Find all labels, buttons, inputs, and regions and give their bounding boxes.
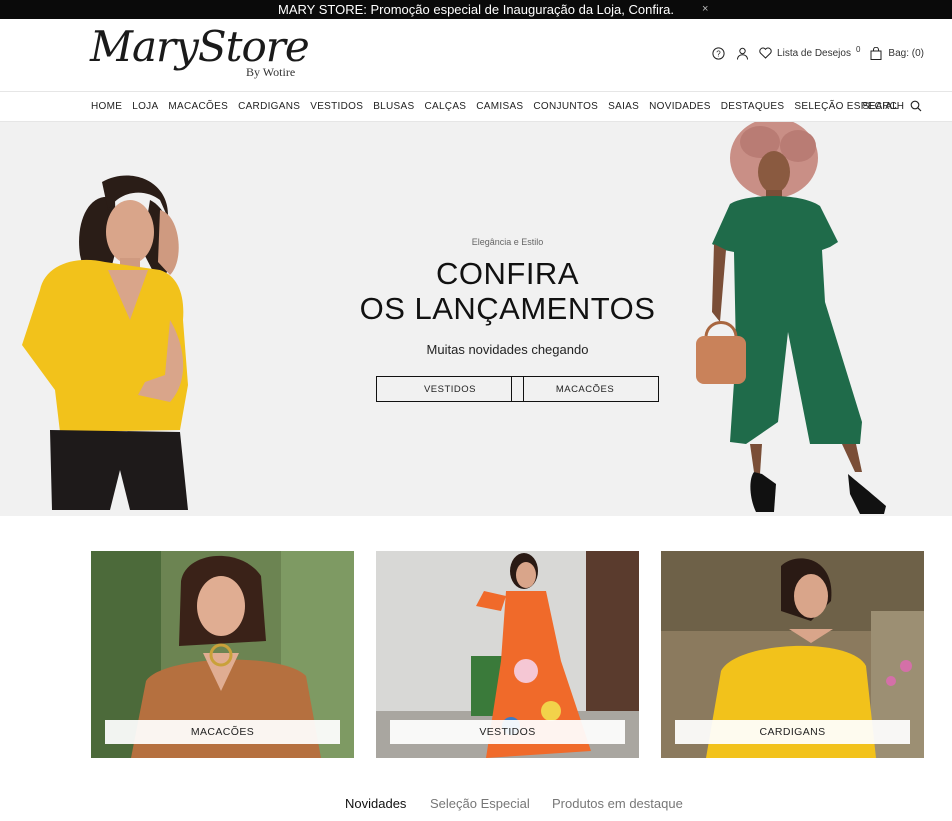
tab-novidades[interactable]: Novidades bbox=[345, 796, 406, 811]
help-icon[interactable]: ? bbox=[711, 46, 725, 60]
nav-item-macacoes[interactable]: MACACÕES bbox=[168, 101, 228, 112]
category-card-cardigans[interactable]: CARDIGANS bbox=[661, 551, 924, 758]
store-logo[interactable]: MaryStore By Wotire bbox=[90, 25, 310, 87]
bag-link[interactable]: Bag: (0) bbox=[870, 46, 924, 60]
logo-wordmark: MaryStore bbox=[90, 22, 310, 71]
search-button[interactable]: SEARCH bbox=[862, 100, 922, 112]
wishlist-link[interactable]: Lista de Desejos 0 bbox=[759, 44, 861, 59]
announcement-text[interactable]: MARY STORE: Promoção especial de Inaugur… bbox=[278, 0, 674, 19]
category-cards: MACACÕES VESTIDOS CARDIGANS bbox=[91, 551, 924, 758]
close-icon[interactable]: × bbox=[702, 0, 708, 19]
main-nav: HOME LOJA MACACÕES CARDIGANS VESTIDOS BL… bbox=[0, 92, 952, 122]
hero-macacoes-button[interactable]: MACACÕES bbox=[511, 376, 659, 402]
nav-item-blusas[interactable]: BLUSAS bbox=[373, 101, 414, 112]
logo-byline: By Wotire bbox=[246, 65, 296, 79]
bag-icon bbox=[870, 46, 882, 60]
category-label-cardigans: CARDIGANS bbox=[675, 720, 910, 744]
tab-selecao-especial[interactable]: Seleção Especial bbox=[430, 796, 530, 811]
product-tabs: Novidades Seleção Especial Produtos em d… bbox=[0, 796, 952, 816]
category-label-vestidos: VESTIDOS bbox=[390, 720, 625, 744]
nav-item-destaques[interactable]: DESTAQUES bbox=[721, 101, 785, 112]
announcement-bar: MARY STORE: Promoção especial de Inaugur… bbox=[0, 0, 952, 19]
nav-item-cardigans[interactable]: CARDIGANS bbox=[238, 101, 300, 112]
nav-item-loja[interactable]: LOJA bbox=[132, 101, 158, 112]
nav-item-home[interactable]: HOME bbox=[91, 101, 122, 112]
nav-item-vestidos[interactable]: VESTIDOS bbox=[310, 101, 363, 112]
nav-item-camisas[interactable]: CAMISAS bbox=[476, 101, 523, 112]
category-card-vestidos[interactable]: VESTIDOS bbox=[376, 551, 639, 758]
hero-banner: Elegância e Estilo CONFIRA OS LANÇAMENTO… bbox=[0, 122, 952, 516]
svg-text:?: ? bbox=[716, 49, 721, 58]
nav-item-conjuntos[interactable]: CONJUNTOS bbox=[533, 101, 598, 112]
header-actions: ? Lista de Desejos 0 Bag: (0) bbox=[711, 44, 924, 60]
bag-label: Bag: (0) bbox=[888, 47, 924, 59]
search-label: SEARCH bbox=[862, 100, 904, 112]
nav-item-saias[interactable]: SAIAS bbox=[608, 101, 639, 112]
wishlist-label: Lista de Desejos bbox=[777, 47, 851, 59]
nav-item-calcas[interactable]: CALÇAS bbox=[424, 101, 466, 112]
hero-model-right-image bbox=[696, 122, 886, 514]
user-icon[interactable] bbox=[735, 46, 749, 60]
category-label-macacoes: MACACÕES bbox=[105, 720, 340, 744]
tab-produtos-em-destaque[interactable]: Produtos em destaque bbox=[552, 796, 683, 811]
search-icon bbox=[910, 100, 922, 112]
hero-vestidos-button[interactable]: VESTIDOS bbox=[376, 376, 524, 402]
heart-icon bbox=[759, 47, 772, 59]
site-header: MaryStore By Wotire ? Lista de Desejos 0 … bbox=[0, 19, 952, 92]
nav-item-novidades[interactable]: NOVIDADES bbox=[649, 101, 711, 112]
category-card-macacoes[interactable]: MACACÕES bbox=[91, 551, 354, 758]
wishlist-count: 0 bbox=[855, 44, 861, 54]
